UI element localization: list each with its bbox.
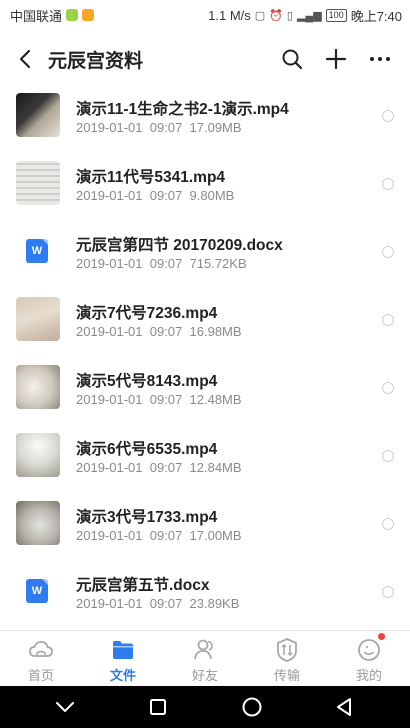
file-meta: 2019-01-01 09:07 9.80MB <box>76 188 235 203</box>
video-thumbnail <box>16 365 60 409</box>
home-circle-icon <box>242 697 262 717</box>
file-meta: 2019-01-01 09:07 23.89KB <box>76 596 240 611</box>
home-button[interactable] <box>232 687 272 727</box>
file-meta: 2019-01-01 09:07 12.84MB <box>76 460 242 475</box>
battery-icon: 100 <box>325 8 347 22</box>
word-doc-icon: W <box>26 239 48 263</box>
back-button[interactable] <box>12 45 40 73</box>
file-meta: 2019-01-01 09:07 715.72KB <box>76 256 247 271</box>
status-bar: 中国联通 1.1 M/s ▢ ⏰ ▯ ▂▄▆ 100 晚上7:40 <box>0 0 410 30</box>
select-radio[interactable] <box>382 110 394 122</box>
select-radio[interactable] <box>382 246 394 258</box>
file-row[interactable]: 演示11-1生命之书2-1演示.mp4 2019-01-01 09:07 17.… <box>0 88 410 156</box>
status-left: 中国联通 <box>10 6 95 25</box>
file-row[interactable]: 演示3代号1733.mp4 2019-01-01 09:07 17.00MB <box>0 496 410 564</box>
more-dots-icon <box>370 57 390 61</box>
profile-icon <box>358 639 380 661</box>
search-icon <box>282 49 303 70</box>
file-row[interactable]: 演示7代号7236.mp4 2019-01-01 09:07 16.98MB <box>0 292 410 360</box>
recents-button[interactable] <box>138 687 178 727</box>
system-nav-bar <box>0 686 410 728</box>
file-name: 演示5代号8143.mp4 <box>76 373 218 390</box>
transfer-icon <box>277 638 297 662</box>
file-row[interactable]: 演示6代号6535.mp4 2019-01-01 09:07 12.84MB <box>0 428 410 496</box>
video-thumbnail <box>16 501 60 545</box>
network-speed: 1.1 M/s <box>208 7 251 23</box>
file-row[interactable]: W 元辰宫第四节 20170209.docx 2019-01-01 09:07 … <box>0 224 410 292</box>
nfc-icon: ▢ <box>254 9 266 22</box>
hide-nav-button[interactable] <box>45 687 85 727</box>
file-row[interactable]: 演示11代号5341.mp4 2019-01-01 09:07 9.80MB <box>0 156 410 224</box>
vibrate-icon: ▯ <box>286 9 293 22</box>
file-name: 演示6代号6535.mp4 <box>76 441 218 458</box>
file-name: 演示7代号7236.mp4 <box>76 305 218 322</box>
tab-label: 好友 <box>191 668 218 683</box>
add-button[interactable] <box>318 41 354 77</box>
video-thumbnail <box>16 161 60 205</box>
wechat-icon <box>66 9 79 21</box>
select-radio[interactable] <box>382 518 394 530</box>
select-radio[interactable] <box>382 382 394 394</box>
tab-files[interactable]: 文件 <box>82 631 164 686</box>
search-button[interactable] <box>274 41 310 77</box>
file-list: 演示11-1生命之书2-1演示.mp4 2019-01-01 09:07 17.… <box>0 88 410 630</box>
app-notification-icon <box>82 9 95 21</box>
app-header: 元辰宫资料 <box>0 30 410 88</box>
tab-profile[interactable]: 我的 <box>328 631 410 686</box>
page-title: 元辰宫资料 <box>48 50 144 72</box>
back-triangle-icon <box>337 698 352 716</box>
chevron-down-icon <box>55 702 74 712</box>
cloud-home-icon <box>29 641 53 657</box>
carrier-label: 中国联通 <box>10 8 63 24</box>
tab-label: 传输 <box>273 668 300 683</box>
select-radio[interactable] <box>382 586 394 598</box>
file-meta: 2019-01-01 09:07 17.09MB <box>76 120 242 135</box>
alarm-icon: ⏰ <box>269 9 283 22</box>
file-name: 演示3代号1733.mp4 <box>76 509 218 526</box>
file-meta: 2019-01-01 09:07 17.00MB <box>76 528 242 543</box>
select-radio[interactable] <box>382 450 394 462</box>
select-radio[interactable] <box>382 178 394 190</box>
file-row[interactable]: W 元辰宫第五节.docx 2019-01-01 09:07 23.89KB <box>0 564 410 630</box>
recents-square-icon <box>150 699 167 715</box>
tab-label: 首页 <box>27 668 54 683</box>
file-name: 元辰宫第四节 20170209.docx <box>76 237 283 254</box>
tab-label: 文件 <box>109 668 136 683</box>
file-name: 元辰宫第五节.docx <box>76 577 210 594</box>
video-thumbnail <box>16 433 60 477</box>
file-meta: 2019-01-01 09:07 12.48MB <box>76 392 242 407</box>
folder-icon <box>113 641 133 659</box>
friends-icon <box>194 639 213 660</box>
file-row[interactable]: 演示5代号8143.mp4 2019-01-01 09:07 12.48MB <box>0 360 410 428</box>
back-nav-button[interactable] <box>325 687 365 727</box>
signal-icon: ▂▄▆ <box>296 9 322 22</box>
bottom-tab-bar: 首页 文件 好友 传输 我的 <box>0 630 410 686</box>
plus-icon <box>325 48 347 70</box>
tab-transfer[interactable]: 传输 <box>246 631 328 686</box>
status-right: 1.1 M/s ▢ ⏰ ▯ ▂▄▆ 100 晚上7:40 <box>208 6 402 25</box>
back-arrow-icon <box>19 49 31 69</box>
tab-friends[interactable]: 好友 <box>164 631 246 686</box>
file-name: 演示11代号5341.mp4 <box>76 169 226 186</box>
file-meta: 2019-01-01 09:07 16.98MB <box>76 324 242 339</box>
clock: 晚上7:40 <box>350 8 402 24</box>
select-radio[interactable] <box>382 314 394 326</box>
word-doc-icon: W <box>26 579 48 603</box>
video-thumbnail <box>16 93 60 137</box>
tab-home[interactable]: 首页 <box>0 631 82 686</box>
tab-label: 我的 <box>355 668 382 683</box>
more-button[interactable] <box>362 41 398 77</box>
video-thumbnail <box>16 297 60 341</box>
file-name: 演示11-1生命之书2-1演示.mp4 <box>76 101 289 118</box>
notification-dot <box>378 633 385 640</box>
